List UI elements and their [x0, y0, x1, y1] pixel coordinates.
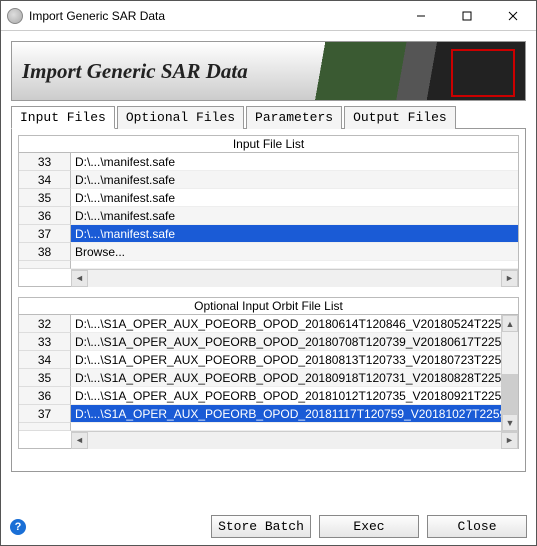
row-number: 34	[19, 171, 71, 189]
titlebar: Import Generic SAR Data	[1, 1, 536, 31]
table-row[interactable]: 37 D:\...\S1A_OPER_AUX_POEORB_OPOD_20181…	[19, 405, 501, 423]
app-icon	[7, 8, 23, 24]
input-file-list-header: Input File List	[19, 136, 518, 153]
row-path: D:\...\S1A_OPER_AUX_POEORB_OPOD_20180918…	[71, 369, 501, 387]
table-row[interactable]: 37 D:\...\manifest.safe	[19, 225, 518, 243]
orbit-file-list-header: Optional Input Orbit File List	[19, 298, 518, 315]
row-number: 36	[19, 387, 71, 405]
row-path: D:\...\manifest.safe	[71, 225, 518, 243]
row-number: 33	[19, 153, 71, 171]
table-row[interactable]: 34 D:\...\manifest.safe	[19, 171, 518, 189]
banner-title: Import Generic SAR Data	[12, 59, 295, 84]
row-number: 37	[19, 405, 71, 423]
row-number: 36	[19, 207, 71, 225]
close-button[interactable]	[490, 1, 536, 30]
table-row[interactable]: 34 D:\...\S1A_OPER_AUX_POEORB_OPOD_20180…	[19, 351, 501, 369]
row-path: D:\...\S1A_OPER_AUX_POEORB_OPOD_20181012…	[71, 387, 501, 405]
scroll-track[interactable]	[88, 432, 501, 449]
tab-parameters[interactable]: Parameters	[246, 106, 342, 129]
row-path	[71, 261, 518, 269]
banner: Import Generic SAR Data	[11, 41, 526, 101]
v-scrollbar[interactable]: ▲ ▼	[501, 315, 518, 431]
table-row	[19, 423, 501, 431]
minimize-button[interactable]	[398, 1, 444, 30]
row-path: Browse...	[71, 243, 518, 261]
scroll-track[interactable]	[88, 270, 501, 287]
input-file-list-body: 33 D:\...\manifest.safe 34 D:\...\manife…	[19, 153, 518, 269]
scroll-left-icon[interactable]: ◄	[71, 432, 88, 449]
row-number: 37	[19, 225, 71, 243]
row-path	[71, 423, 501, 431]
row-number: 35	[19, 189, 71, 207]
exec-button[interactable]: Exec	[319, 515, 419, 538]
table-row[interactable]: 32 D:\...\S1A_OPER_AUX_POEORB_OPOD_20180…	[19, 315, 501, 333]
row-number	[19, 261, 71, 269]
row-number: 38	[19, 243, 71, 261]
tab-optional-files[interactable]: Optional Files	[117, 106, 244, 129]
table-row[interactable]: 33 D:\...\S1A_OPER_AUX_POEORB_OPOD_20180…	[19, 333, 501, 351]
row-path: D:\...\manifest.safe	[71, 171, 518, 189]
scroll-up-icon[interactable]: ▲	[502, 315, 518, 332]
row-number: 32	[19, 315, 71, 333]
table-row[interactable]: 36 D:\...\S1A_OPER_AUX_POEORB_OPOD_20181…	[19, 387, 501, 405]
row-path: D:\...\S1A_OPER_AUX_POEORB_OPOD_20181117…	[71, 405, 501, 423]
row-number: 33	[19, 333, 71, 351]
scroll-thumb[interactable]	[502, 374, 518, 414]
scroll-down-icon[interactable]: ▼	[502, 414, 518, 431]
row-path: D:\...\S1A_OPER_AUX_POEORB_OPOD_20180813…	[71, 351, 501, 369]
close-dialog-button[interactable]: Close	[427, 515, 527, 538]
orbit-file-list-body: 32 D:\...\S1A_OPER_AUX_POEORB_OPOD_20180…	[19, 315, 501, 431]
table-row-browse[interactable]: 38 Browse...	[19, 243, 518, 261]
orbit-file-list-group: Optional Input Orbit File List 32 D:\...…	[18, 297, 519, 449]
tab-input-files[interactable]: Input Files	[11, 106, 115, 129]
table-row[interactable]: 35 D:\...\manifest.safe	[19, 189, 518, 207]
scroll-left-icon[interactable]: ◄	[71, 270, 88, 287]
h-scrollbar[interactable]: ◄ ►	[71, 269, 518, 286]
scroll-right-icon[interactable]: ►	[501, 270, 518, 287]
row-path: D:\...\S1A_OPER_AUX_POEORB_OPOD_20180614…	[71, 315, 501, 333]
table-row[interactable]: 35 D:\...\S1A_OPER_AUX_POEORB_OPOD_20180…	[19, 369, 501, 387]
row-number: 35	[19, 369, 71, 387]
row-path: D:\...\manifest.safe	[71, 207, 518, 225]
scroll-right-icon[interactable]: ►	[501, 432, 518, 449]
table-row[interactable]: 36 D:\...\manifest.safe	[19, 207, 518, 225]
footer: ? Store Batch Exec Close	[0, 507, 537, 546]
banner-image	[295, 41, 525, 101]
tab-panel-input-files: Input File List 33 D:\...\manifest.safe …	[11, 128, 526, 472]
row-path: D:\...\S1A_OPER_AUX_POEORB_OPOD_20180708…	[71, 333, 501, 351]
maximize-button[interactable]	[444, 1, 490, 30]
window-title: Import Generic SAR Data	[29, 9, 398, 23]
row-number: 34	[19, 351, 71, 369]
row-path: D:\...\manifest.safe	[71, 189, 518, 207]
help-icon[interactable]: ?	[10, 519, 26, 535]
h-scrollbar[interactable]: ◄ ►	[71, 431, 518, 448]
table-row	[19, 261, 518, 269]
table-row[interactable]: 33 D:\...\manifest.safe	[19, 153, 518, 171]
tab-bar: Input Files Optional Files Parameters Ou…	[11, 105, 526, 128]
row-path: D:\...\manifest.safe	[71, 153, 518, 171]
input-file-list-group: Input File List 33 D:\...\manifest.safe …	[18, 135, 519, 287]
tab-output-files[interactable]: Output Files	[344, 106, 456, 129]
store-batch-button[interactable]: Store Batch	[211, 515, 311, 538]
row-number	[19, 423, 71, 431]
